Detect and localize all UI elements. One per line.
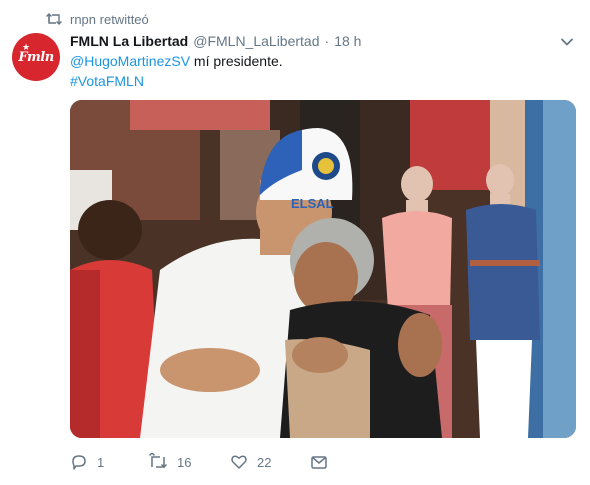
tweet-hashtag-line: #VotaFMLN bbox=[70, 71, 144, 91]
tweet-body: mí presidente. bbox=[190, 53, 283, 69]
retweet-icon bbox=[46, 12, 62, 26]
retweet-icon bbox=[148, 453, 168, 471]
reply-icon bbox=[70, 453, 88, 471]
reply-count: 1 bbox=[97, 454, 105, 470]
separator: · bbox=[324, 33, 330, 49]
retweet-count: 16 bbox=[177, 454, 192, 470]
direct-message-button[interactable] bbox=[310, 453, 328, 471]
cap-text: ELSAL bbox=[291, 196, 334, 211]
hashtag-link[interactable]: #VotaFMLN bbox=[70, 73, 144, 89]
tweet-header: FMLN La Libertad @FMLN_LaLibertad · 18 h bbox=[70, 31, 361, 51]
message-icon bbox=[310, 453, 328, 471]
tweet-photo[interactable]: ELSAL bbox=[70, 100, 576, 438]
chevron-down-icon[interactable] bbox=[559, 34, 575, 50]
avatar[interactable]: ★ Fmln bbox=[12, 33, 60, 81]
like-button[interactable]: 22 bbox=[230, 453, 310, 471]
like-count: 22 bbox=[257, 454, 272, 470]
tweet-text: @HugoMartinezSV mí presidente. bbox=[70, 51, 283, 71]
like-icon bbox=[230, 453, 248, 471]
tweet-actions: 1 16 22 bbox=[70, 450, 328, 474]
timestamp[interactable]: 18 h bbox=[334, 33, 361, 49]
reply-button[interactable]: 1 bbox=[70, 453, 148, 471]
tweet[interactable]: rnpn retwitteó ★ Fmln FMLN La Libertad @… bbox=[0, 0, 590, 485]
retweet-context-text[interactable]: rnpn retwitteó bbox=[70, 12, 149, 27]
retweet-context: rnpn retwitteó bbox=[46, 9, 149, 29]
avatar-logo-text: Fmln bbox=[18, 49, 54, 65]
author-handle[interactable]: @FMLN_LaLibertad bbox=[193, 33, 319, 49]
retweet-button[interactable]: 16 bbox=[148, 453, 230, 471]
author-name[interactable]: FMLN La Libertad bbox=[70, 33, 188, 49]
mention-link[interactable]: @HugoMartinezSV bbox=[70, 53, 190, 69]
